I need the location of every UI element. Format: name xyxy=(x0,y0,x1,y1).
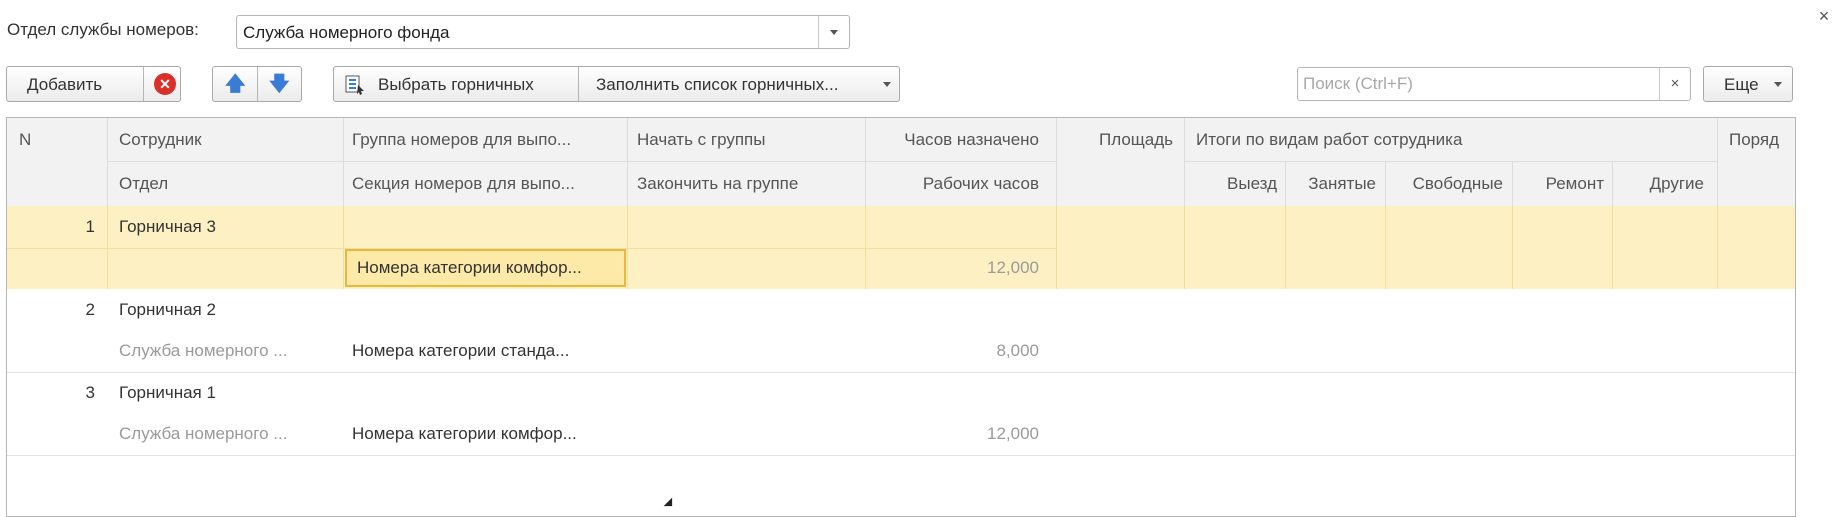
maid-actions-group: Выбрать горничных Заполнить список горни… xyxy=(333,66,900,102)
col-free[interactable]: Свободные xyxy=(1385,174,1503,194)
move-buttons: 🡅 🡇 xyxy=(212,66,302,102)
search-input[interactable] xyxy=(1299,69,1662,99)
row-department[interactable]: Служба номерного ... xyxy=(119,341,339,361)
col-end-group[interactable]: Закончить на группе xyxy=(637,174,862,194)
row-employee[interactable]: Горничная 1 xyxy=(119,383,339,403)
more-button[interactable]: Еще xyxy=(1703,66,1793,102)
row-number: 1 xyxy=(85,217,95,236)
add-delete-group: Добавить ✕ xyxy=(6,66,181,102)
row-work-hours: 8,000 xyxy=(996,341,1039,360)
select-list-icon xyxy=(344,73,366,95)
chevron-down-icon xyxy=(1774,82,1782,87)
search-field: × xyxy=(1297,67,1691,101)
row-section[interactable]: Номера категории станда... xyxy=(352,341,622,361)
col-room-group[interactable]: Группа номеров для выпо... xyxy=(352,130,622,150)
row-work-hours: 12,000 xyxy=(987,424,1039,443)
col-checkout[interactable]: Выезд xyxy=(1185,174,1277,194)
col-hours-assigned[interactable]: Часов назначено xyxy=(867,130,1039,150)
fill-list-button[interactable]: Заполнить список горничных... xyxy=(596,75,838,95)
row-section[interactable]: Номера категории комфор... xyxy=(357,258,622,278)
col-start-group[interactable]: Начать с группы xyxy=(637,130,862,150)
col-room-section[interactable]: Секция номеров для выпо... xyxy=(352,174,622,194)
department-label: Отдел службы номеров: xyxy=(7,20,199,39)
row-number: 3 xyxy=(85,383,95,402)
col-totals: Итоги по видам работ сотрудника xyxy=(1196,130,1463,149)
row-employee[interactable]: Горничная 3 xyxy=(119,217,339,237)
clear-search-icon[interactable]: × xyxy=(1659,68,1690,100)
dropdown-button[interactable] xyxy=(818,16,849,48)
col-n[interactable]: N xyxy=(19,130,99,150)
add-button[interactable]: Добавить xyxy=(27,75,102,95)
chevron-down-icon xyxy=(830,30,838,35)
close-icon[interactable]: × xyxy=(1814,6,1834,26)
chevron-down-icon xyxy=(883,82,891,87)
row-work-hours: 12,000 xyxy=(987,258,1039,277)
row-employee[interactable]: Горничная 2 xyxy=(119,300,339,320)
arrow-up-icon[interactable]: 🡅 xyxy=(225,74,246,94)
row-number: 2 xyxy=(85,300,95,319)
col-department[interactable]: Отдел xyxy=(119,174,344,194)
department-value: Служба номерного фонда xyxy=(243,23,450,42)
delete-icon[interactable]: ✕ xyxy=(154,73,176,95)
col-area[interactable]: Площадь xyxy=(1057,130,1173,150)
select-maids-button[interactable]: Выбрать горничных xyxy=(378,75,534,95)
row-department[interactable]: Служба номерного ... xyxy=(119,424,339,444)
col-repair[interactable]: Ремонт xyxy=(1512,174,1604,194)
col-order[interactable]: Поряд xyxy=(1729,130,1795,150)
more-label: Еще xyxy=(1724,75,1759,94)
col-other[interactable]: Другие xyxy=(1612,174,1704,194)
col-occupied[interactable]: Занятые xyxy=(1285,174,1376,194)
arrow-down-icon[interactable]: 🡇 xyxy=(269,74,290,94)
maids-table: N Сотрудник Отдел Группа номеров для вып… xyxy=(6,117,1796,517)
department-select[interactable]: Служба номерного фонда xyxy=(236,15,850,49)
col-employee[interactable]: Сотрудник xyxy=(119,130,344,150)
col-work-hours[interactable]: Рабочих часов xyxy=(867,174,1039,194)
row-section[interactable]: Номера категории комфор... xyxy=(352,424,622,444)
